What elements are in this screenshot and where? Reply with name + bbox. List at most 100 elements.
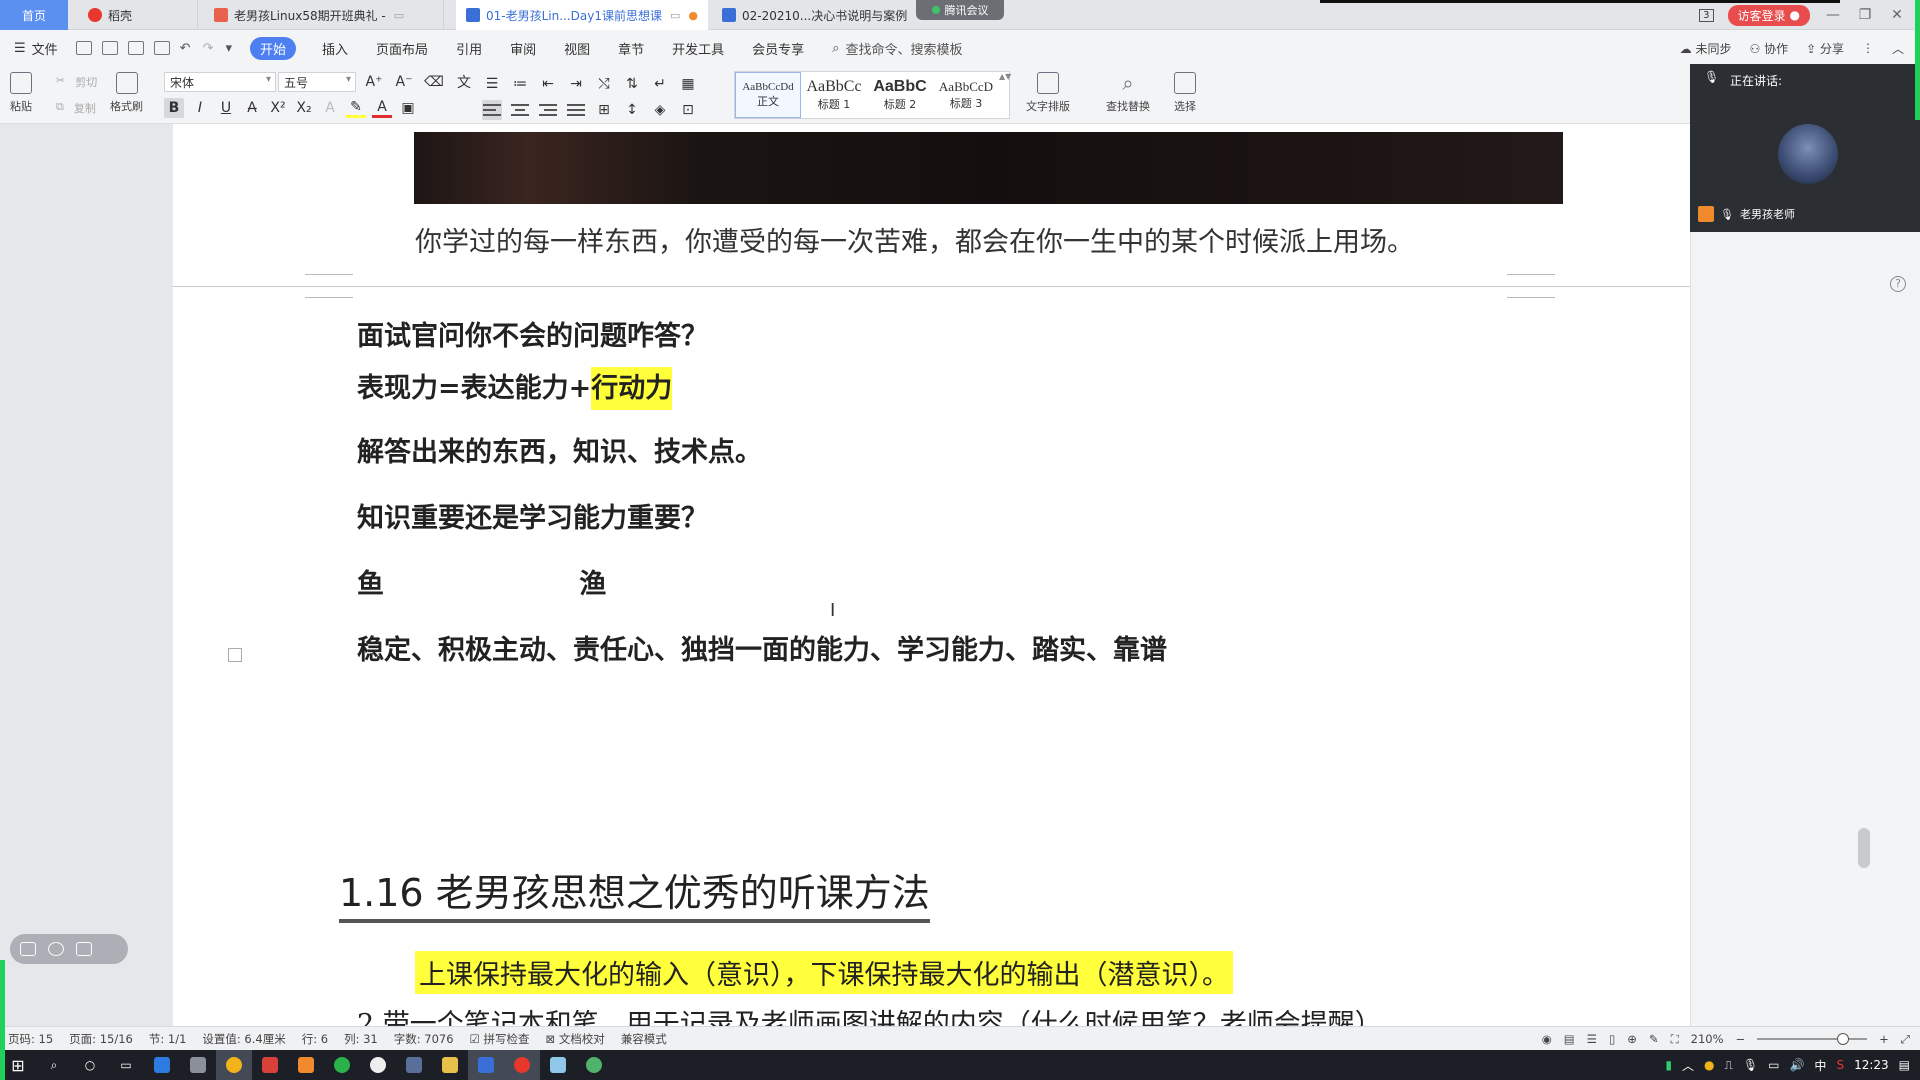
display-icon[interactable]: ▭	[1768, 1058, 1779, 1072]
text-effect-icon[interactable]: A	[320, 98, 340, 118]
menu-member[interactable]: 会员专享	[752, 39, 804, 58]
restore-icon[interactable]: ❐	[1856, 7, 1874, 23]
print-preview-icon[interactable]	[153, 41, 170, 55]
tray-chevron-icon[interactable]: ︿	[1682, 1057, 1694, 1074]
task-view-button[interactable]: ▭	[108, 1050, 144, 1080]
superscript-icon[interactable]: X²	[268, 98, 288, 118]
font-name-select[interactable]: 宋体	[164, 72, 276, 92]
select-button[interactable]: 选择	[1174, 72, 1196, 114]
close-icon[interactable]: ✕	[1888, 7, 1906, 23]
collab-button[interactable]: ⚇ 协作	[1749, 40, 1788, 57]
window-count-badge[interactable]: 3	[1699, 8, 1714, 22]
pen-icon[interactable]: ✎	[1649, 1032, 1659, 1046]
tab-docer[interactable]: 稻壳	[78, 0, 198, 30]
command-search[interactable]: ⌕ 查找命令、搜索模板	[832, 39, 962, 58]
fit-page-icon[interactable]: ⛶	[1671, 1032, 1679, 1047]
menu-chapter[interactable]: 章节	[618, 39, 644, 58]
italic-icon[interactable]: I	[190, 98, 210, 118]
sort-icon[interactable]: ⇅	[622, 74, 642, 94]
align-right-icon[interactable]	[538, 100, 558, 120]
status-col[interactable]: 列: 31	[344, 1031, 378, 1047]
export-icon[interactable]	[101, 41, 118, 55]
hamburger-icon[interactable]: ☰	[14, 41, 26, 56]
cortana-button[interactable]: ○	[72, 1050, 108, 1080]
justify-icon[interactable]	[566, 100, 586, 120]
fullscreen-icon[interactable]: ⤢	[1901, 1032, 1910, 1047]
shading-icon[interactable]: ◈	[650, 100, 670, 120]
print-icon[interactable]	[127, 41, 144, 55]
decrease-indent-icon[interactable]: ⇤	[538, 74, 558, 94]
circle-icon[interactable]	[48, 942, 64, 956]
notification-icon[interactable]: ▤	[1899, 1058, 1910, 1072]
status-pages[interactable]: 页面: 15/16	[69, 1031, 133, 1047]
spell-check-toggle[interactable]: ☑ 拼写检查	[470, 1031, 530, 1047]
comment-icon[interactable]	[76, 942, 92, 956]
subscript-icon[interactable]: X₂	[294, 98, 314, 118]
increase-indent-icon[interactable]: ⇥	[566, 74, 586, 94]
show-marks-icon[interactable]: ↵	[650, 74, 670, 94]
distribute-icon[interactable]: ⊞	[594, 100, 614, 120]
grow-font-icon[interactable]: A⁺	[364, 72, 384, 92]
menu-view[interactable]: 视图	[564, 39, 590, 58]
style-heading-3[interactable]: AaBbCcD 标题 3	[933, 72, 999, 118]
menu-insert[interactable]: 插入	[322, 39, 348, 58]
zoom-slider[interactable]	[1757, 1033, 1868, 1045]
tab-ppt[interactable]: 老男孩Linux58期开班典礼 - ▭	[204, 0, 444, 30]
taskbar-wechat[interactable]	[324, 1050, 360, 1080]
embedded-image[interactable]	[414, 132, 1563, 204]
grid-icon[interactable]	[20, 942, 36, 956]
phonetic-icon[interactable]: 文	[454, 72, 474, 92]
font-size-select[interactable]: 五号	[278, 72, 356, 92]
paragraph-handle-icon[interactable]	[228, 648, 242, 662]
taskbar-qq[interactable]	[360, 1050, 396, 1080]
network-icon[interactable]: ⎍	[1724, 1058, 1732, 1073]
line-spacing-icon[interactable]: ↕	[622, 100, 642, 120]
status-row[interactable]: 行: 6	[302, 1031, 328, 1047]
zoom-level[interactable]: 210%	[1691, 1032, 1724, 1046]
copy-button[interactable]: ⧉ 复制	[56, 100, 96, 116]
status-setting[interactable]: 设置值: 6.4厘米	[202, 1031, 285, 1047]
login-button[interactable]: 访客登录 ●	[1727, 4, 1810, 26]
document-page[interactable]: 你学过的每一样东西，你遭受的每一次苦难，都会在你一生中的某个时候派上用场。 面试…	[173, 124, 1690, 1026]
meeting-badge[interactable]: 腾讯会议	[916, 0, 1004, 20]
chinese-layout-icon[interactable]: ⤭	[594, 74, 614, 94]
minimize-icon[interactable]: —	[1824, 7, 1842, 23]
numbering-icon[interactable]: ≔	[510, 74, 530, 94]
taskbar-wps[interactable]	[468, 1050, 504, 1080]
tab-word-active[interactable]: 01-老男孩Lin...Day1课前思想课 ▭ ●	[456, 0, 708, 30]
tray-app-icon[interactable]: ●	[1704, 1058, 1714, 1072]
borders-icon[interactable]: ⊡	[678, 100, 698, 120]
taskbar-search[interactable]: ⌕	[36, 1050, 72, 1080]
highlight-color-icon[interactable]: ✎	[346, 98, 366, 118]
shrink-font-icon[interactable]: A⁻	[394, 72, 414, 92]
menu-home[interactable]: 开始	[250, 36, 297, 60]
save-icon[interactable]	[75, 41, 92, 55]
menu-file[interactable]: 文件	[32, 39, 58, 58]
strikethrough-icon[interactable]: A̶	[242, 98, 262, 118]
taskbar-app-1[interactable]	[144, 1050, 180, 1080]
unsaved-dot-icon[interactable]: ●	[688, 9, 698, 22]
style-normal[interactable]: AaBbCcDd 正文	[735, 72, 801, 118]
char-border-icon[interactable]: ▣	[398, 98, 418, 118]
redo-icon[interactable]: ↷	[203, 41, 214, 56]
doc-proof-toggle[interactable]: ⊠ 文档校对	[546, 1031, 605, 1047]
tab-word-2[interactable]: 02-20210...决心书说明与案例	[712, 0, 912, 30]
tab-home[interactable]: 首页	[0, 0, 68, 30]
web-view-icon[interactable]: ⊕	[1627, 1032, 1637, 1046]
help-icon[interactable]: ?	[1890, 276, 1906, 292]
style-heading-2[interactable]: AaBbC 标题 2	[867, 72, 933, 118]
clear-format-icon[interactable]: ⌫	[424, 72, 444, 92]
taskbar-app-2[interactable]	[180, 1050, 216, 1080]
customize-icon[interactable]: ▾	[225, 41, 232, 56]
zoom-out-icon[interactable]: −	[1736, 1032, 1746, 1046]
styles-scroll[interactable]: ▲▼	[999, 72, 1011, 118]
taskbar-app-7[interactable]	[576, 1050, 612, 1080]
outline-view-icon[interactable]: ☰	[1587, 1032, 1597, 1046]
align-center-icon[interactable]	[510, 100, 530, 120]
format-painter-button[interactable]: 格式刷	[110, 72, 143, 114]
clock[interactable]: 12:23	[1854, 1058, 1889, 1072]
status-word-count[interactable]: 字数: 7076	[394, 1031, 454, 1047]
volume-icon[interactable]: 🔊	[1789, 1058, 1804, 1072]
zoom-in-icon[interactable]: +	[1879, 1032, 1889, 1046]
share-button[interactable]: ⇪ 分享	[1806, 40, 1844, 57]
